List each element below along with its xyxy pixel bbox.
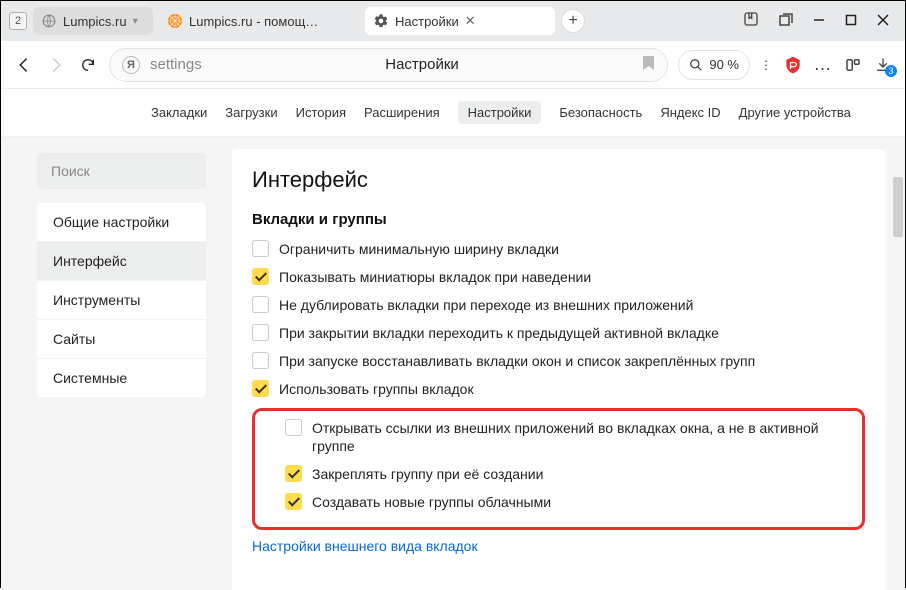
dots-horizontal-icon[interactable]: … (813, 55, 833, 75)
tab-settings-active[interactable]: Настройки ✕ (365, 7, 555, 35)
settings-page-nav: Закладки Загрузки История Расширения Нас… (1, 89, 905, 137)
settings-sidebar: Поиск Общие настройки Интерфейс Инструме… (1, 137, 216, 590)
checkbox[interactable] (252, 268, 269, 285)
nav-other-devices[interactable]: Другие устройства (739, 105, 851, 120)
omnibox[interactable]: Я settings Настройки (109, 48, 668, 82)
chevron-down-icon[interactable]: ▾ (133, 16, 138, 27)
option-label: Открывать ссылки из внешних приложений в… (312, 419, 854, 455)
tab-label: Lumpics.ru - помощь с ко (189, 14, 319, 29)
forward-button[interactable] (45, 54, 67, 76)
option-label: Показывать миниатюры вкладок при наведен… (279, 268, 591, 286)
checkbox[interactable] (252, 380, 269, 397)
tab-appearance-link[interactable]: Настройки внешнего вида вкладок (252, 538, 865, 554)
omnibox-url: settings (150, 56, 202, 73)
checkbox[interactable] (285, 493, 302, 510)
nav-bookmarks[interactable]: Закладки (151, 105, 207, 120)
tab-lumpics-2[interactable]: Lumpics.ru - помощь с ко (159, 7, 359, 35)
tab-label: Настройки (395, 14, 459, 29)
zoom-indicator[interactable]: 90 % (678, 50, 750, 80)
option-label: При запуске восстанавливать вкладки окон… (279, 352, 755, 370)
gear-icon (373, 13, 389, 29)
highlighted-subsection: Открывать ссылки из внешних приложений в… (252, 408, 865, 530)
maximize-alt-icon[interactable] (779, 13, 793, 30)
sidebar-item-interface[interactable]: Интерфейс (37, 242, 206, 281)
adblock-icon[interactable] (783, 55, 803, 75)
minimize-button[interactable] (813, 13, 825, 29)
bookmark-icon[interactable] (642, 55, 655, 74)
checkbox[interactable] (252, 240, 269, 257)
maximize-button[interactable] (845, 13, 857, 29)
search-placeholder: Поиск (51, 163, 90, 179)
option-label: Не дублировать вкладки при переходе из в… (279, 296, 693, 314)
reload-button[interactable] (77, 54, 99, 76)
option-label: Ограничить минимальную ширину вкладки (279, 240, 559, 258)
nav-security[interactable]: Безопасность (559, 105, 642, 120)
orange-icon (167, 13, 183, 29)
option-min-tab-width[interactable]: Ограничить минимальную ширину вкладки (252, 240, 865, 258)
sidebar-item-sites[interactable]: Сайты (37, 320, 206, 359)
option-label: Закреплять группу при её создании (312, 465, 543, 483)
back-button[interactable] (13, 54, 35, 76)
window-controls (743, 11, 897, 31)
close-icon[interactable]: ✕ (465, 13, 476, 29)
titlebar: 2 Lumpics.ru ▾ Lumpics.ru - помощь с ко … (1, 1, 905, 41)
downloads-icon[interactable] (873, 55, 893, 75)
option-no-duplicate-external[interactable]: Не дублировать вкладки при переходе из в… (252, 296, 865, 314)
nav-yandex-id[interactable]: Яндекс ID (660, 105, 720, 120)
zoom-value: 90 % (709, 57, 739, 72)
option-close-goto-prev[interactable]: При закрытии вкладки переходить к предыд… (252, 324, 865, 342)
toolbar: Я settings Настройки 90 % ⋮ … (1, 41, 905, 89)
sidebar-item-tools[interactable]: Инструменты (37, 281, 206, 320)
checkbox[interactable] (285, 465, 302, 482)
suboption-pin-group-on-create[interactable]: Закреплять группу при её создании (285, 465, 854, 483)
checkbox[interactable] (285, 419, 302, 436)
section-heading: Интерфейс (252, 167, 865, 193)
nav-history[interactable]: История (296, 105, 346, 120)
checkbox[interactable] (252, 324, 269, 341)
sidebar-item-system[interactable]: Системные (37, 359, 206, 397)
scrollbar-thumb[interactable] (893, 177, 903, 237)
bookmark-panel-icon[interactable] (743, 11, 759, 31)
tab-label: Lumpics.ru (63, 14, 127, 29)
checkbox[interactable] (252, 352, 269, 369)
option-use-tab-groups[interactable]: Использовать группы вкладок (252, 380, 865, 398)
yandex-icon: Я (122, 56, 140, 74)
settings-search-input[interactable]: Поиск (37, 153, 206, 189)
nav-extensions[interactable]: Расширения (364, 105, 440, 120)
option-restore-on-launch[interactable]: При запуске восстанавливать вкладки окон… (252, 352, 865, 370)
option-label: При закрытии вкладки переходить к предыд… (279, 324, 719, 342)
sidebar-item-general[interactable]: Общие настройки (37, 203, 206, 242)
subsection-heading: Вкладки и группы (252, 211, 865, 228)
option-tab-thumbnails[interactable]: Показывать миниатюры вкладок при наведен… (252, 268, 865, 286)
checkbox[interactable] (252, 296, 269, 313)
globe-icon (41, 13, 57, 29)
tab-lumpics-1[interactable]: Lumpics.ru ▾ (33, 7, 153, 35)
settings-categories: Общие настройки Интерфейс Инструменты Са… (37, 203, 206, 397)
suboption-cloud-groups[interactable]: Создавать новые группы облачными (285, 493, 854, 511)
option-label: Создавать новые группы облачными (312, 493, 551, 511)
magnifier-icon (689, 58, 703, 72)
close-window-button[interactable] (877, 13, 889, 29)
tab-count-badge[interactable]: 2 (9, 12, 27, 30)
content-area: Поиск Общие настройки Интерфейс Инструме… (1, 137, 905, 590)
extensions-icon[interactable] (843, 55, 863, 75)
option-label: Использовать группы вкладок (279, 380, 474, 398)
kebab-menu-icon[interactable]: ⋮ (760, 58, 773, 72)
nav-downloads[interactable]: Загрузки (225, 105, 277, 120)
settings-main-panel: Интерфейс Вкладки и группы Ограничить ми… (232, 149, 885, 590)
nav-settings[interactable]: Настройки (458, 101, 542, 124)
omnibox-title: Настройки (212, 56, 633, 73)
new-tab-button[interactable]: + (561, 9, 585, 33)
suboption-open-external-in-window[interactable]: Открывать ссылки из внешних приложений в… (285, 419, 854, 455)
